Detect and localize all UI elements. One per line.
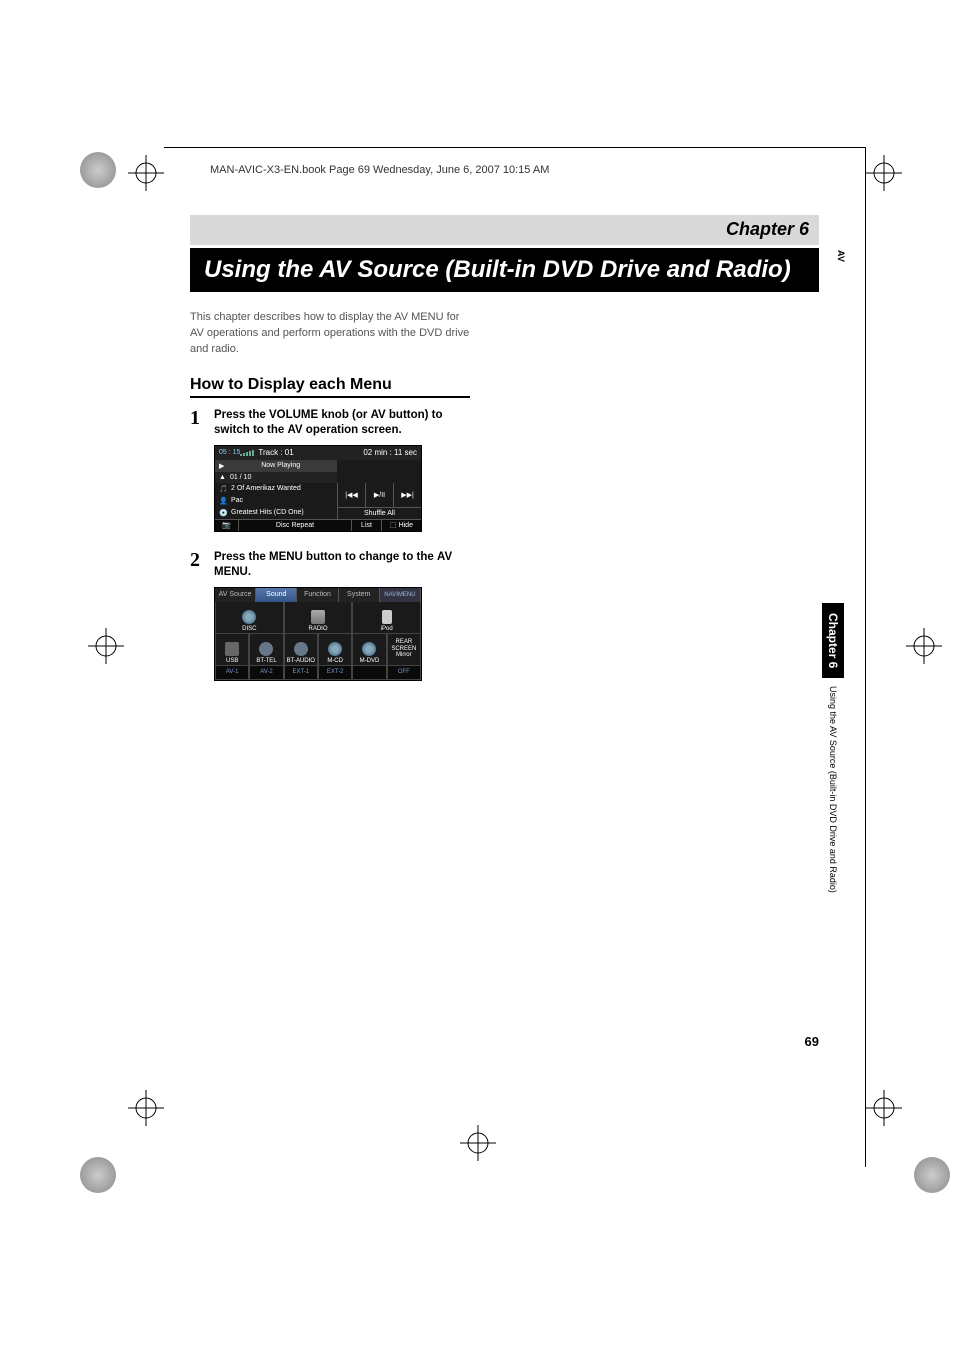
print-ornament xyxy=(80,152,116,188)
side-caption: Using the AV Source (Built-in DVD Drive … xyxy=(822,678,844,901)
step-text: Press the VOLUME knob (or AV button) to … xyxy=(214,408,470,439)
bt-audio-icon xyxy=(294,642,308,656)
track-counter: 01 / 10 xyxy=(230,474,251,481)
source-disc[interactable]: DISC xyxy=(215,602,284,634)
side-section-label: AV xyxy=(832,250,846,262)
source-usb[interactable]: USB xyxy=(215,634,249,666)
artist-name: Pac xyxy=(231,497,243,504)
av-menu-screenshot: AV Source Sound Function System NAVIMENU… xyxy=(214,587,422,681)
registration-mark xyxy=(906,628,942,664)
now-playing: Now Playing xyxy=(228,462,333,469)
source-av1[interactable]: AV-1 xyxy=(215,666,249,680)
disc-icon: 💿 xyxy=(219,509,227,517)
print-header-text: MAN-AVIC-X3-EN.book Page 69 Wednesday, J… xyxy=(210,164,549,176)
clock: 05 : 15 xyxy=(219,449,240,456)
tab-av-source[interactable]: AV Source xyxy=(215,588,256,602)
source-bt-tel[interactable]: BT-TEL xyxy=(249,634,283,666)
list-button[interactable]: List xyxy=(351,520,381,531)
track-label: Track : 01 xyxy=(258,448,293,457)
av-operation-screenshot: 05 : 15 Track : 01 02 min : 11 sec ▶ Now … xyxy=(214,445,422,532)
shuffle-button[interactable]: Shuffle All xyxy=(337,507,421,519)
step-2: 2 Press the MENU button to change to the… xyxy=(190,550,470,581)
repeat-button[interactable]: Disc Repeat xyxy=(239,520,351,531)
signal-icon xyxy=(240,450,258,456)
step-1: 1 Press the VOLUME knob (or AV button) t… xyxy=(190,408,470,439)
source-ipod[interactable]: iPod xyxy=(352,602,421,634)
bt-tel-icon xyxy=(259,642,273,656)
cd-icon xyxy=(328,642,342,656)
source-empty xyxy=(352,666,386,680)
dvd-icon xyxy=(362,642,376,656)
source-rear-screen[interactable]: REARSCREENMirror xyxy=(387,634,421,666)
step-number: 1 xyxy=(190,408,204,439)
step-number: 2 xyxy=(190,550,204,581)
registration-mark xyxy=(88,628,124,664)
note-icon: 🎵 xyxy=(219,485,227,493)
chapter-banner: Chapter 6 xyxy=(190,215,819,245)
section-heading: How to Display each Menu xyxy=(190,376,470,398)
ipod-icon xyxy=(382,610,392,624)
tab-sound[interactable]: Sound xyxy=(256,588,297,602)
registration-mark xyxy=(128,1090,164,1126)
play-pause-button[interactable]: ▶/II xyxy=(365,483,393,507)
print-header: MAN-AVIC-X3-EN.book Page 69 Wednesday, J… xyxy=(210,164,549,176)
tab-system[interactable]: System xyxy=(339,588,380,602)
source-off[interactable]: OFF xyxy=(387,666,421,680)
source-m-dvd[interactable]: M-DVD xyxy=(352,634,386,666)
page-number: 69 xyxy=(805,1034,819,1049)
source-radio[interactable]: RADIO xyxy=(284,602,353,634)
album-name: Greatest Hits (CD One) xyxy=(231,509,304,516)
registration-mark xyxy=(128,155,164,191)
print-ornament xyxy=(80,1157,116,1193)
elapsed-time: 02 min : 11 sec xyxy=(363,448,417,457)
hide-button[interactable]: ⬚ Hide xyxy=(381,520,421,531)
next-button[interactable]: ▶▶| xyxy=(393,483,421,507)
source-ext1[interactable]: EXT-1 xyxy=(284,666,318,680)
registration-mark xyxy=(866,155,902,191)
usb-icon xyxy=(225,642,239,656)
source-ext2[interactable]: EXT-2 xyxy=(318,666,352,680)
tab-navi-menu[interactable]: NAVIMENU xyxy=(380,588,421,602)
radio-icon xyxy=(311,610,325,624)
intro-paragraph: This chapter describes how to display th… xyxy=(190,310,470,358)
song-title: 2 Of Amerikaz Wanted xyxy=(231,485,301,492)
play-icon: ▶ xyxy=(219,462,224,470)
side-chapter-label: Chapter 6 xyxy=(822,603,844,678)
frame-line xyxy=(164,147,866,148)
artist-icon: 👤 xyxy=(219,497,227,505)
camera-icon[interactable]: 📷 xyxy=(215,520,239,531)
page-title: Using the AV Source (Built-in DVD Drive … xyxy=(190,248,819,292)
prev-button[interactable]: |◀◀ xyxy=(337,483,365,507)
source-m-cd[interactable]: M-CD xyxy=(318,634,352,666)
frame-line xyxy=(865,147,866,1167)
step-text: Press the MENU button to change to the A… xyxy=(214,550,470,581)
disc-icon xyxy=(242,610,256,624)
registration-mark xyxy=(866,1090,902,1126)
side-tab: Chapter 6 Using the AV Source (Built-in … xyxy=(822,603,846,901)
up-icon: ▲ xyxy=(219,474,226,481)
registration-mark xyxy=(460,1125,496,1161)
tab-function[interactable]: Function xyxy=(297,588,338,602)
source-av2[interactable]: AV-2 xyxy=(249,666,283,680)
print-ornament xyxy=(914,1157,950,1193)
source-bt-audio[interactable]: BT-AUDIO xyxy=(284,634,318,666)
